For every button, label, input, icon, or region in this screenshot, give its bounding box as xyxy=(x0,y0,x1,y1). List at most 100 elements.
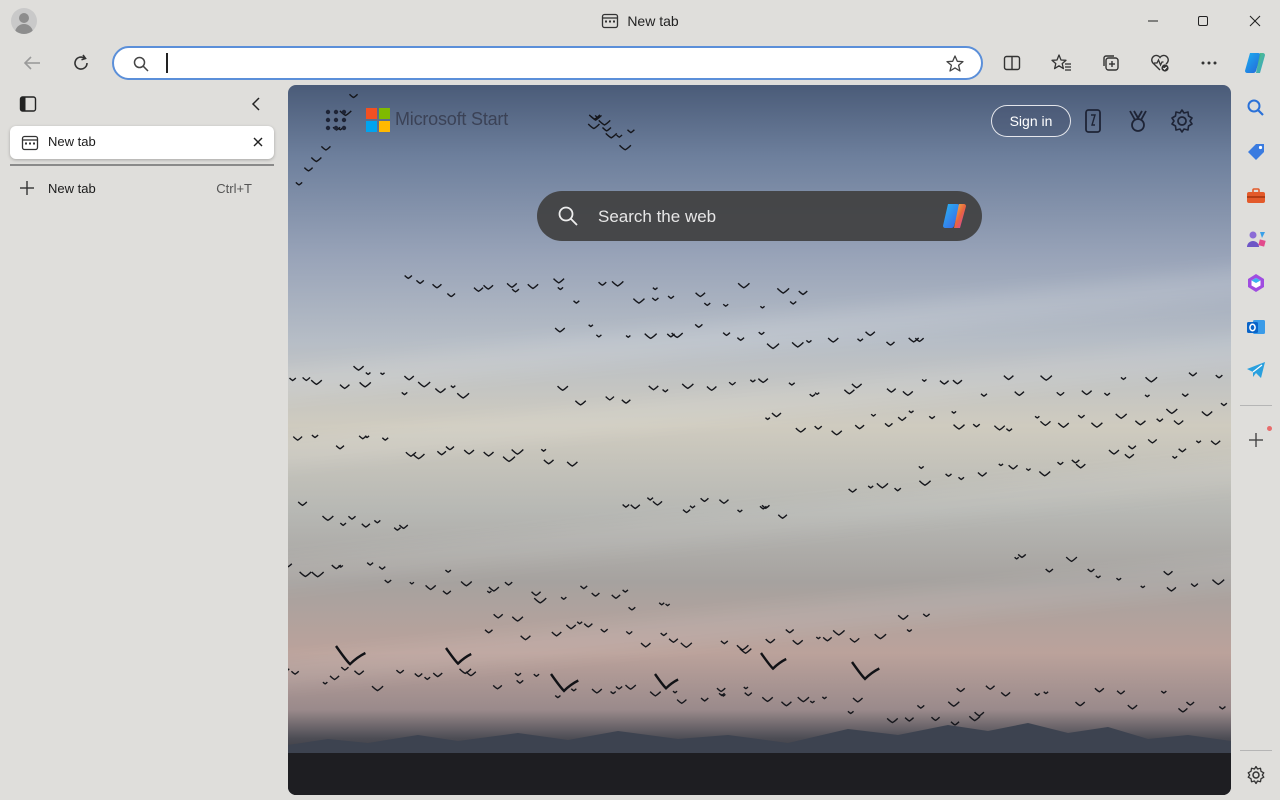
more-button[interactable] xyxy=(1191,46,1227,80)
bird-silhouette xyxy=(404,274,413,280)
sidebar-drop-button[interactable] xyxy=(1239,353,1273,387)
bird-silhouette xyxy=(1147,438,1158,444)
bird-silhouette xyxy=(977,472,988,477)
web-search-box[interactable]: Search the web xyxy=(537,191,982,241)
bird-silhouette xyxy=(412,453,425,460)
bird-silhouette xyxy=(339,522,347,527)
rewards-button[interactable] xyxy=(1122,104,1154,138)
bird-silhouette xyxy=(827,337,839,343)
bird-silhouette xyxy=(722,303,729,307)
bird-silhouette xyxy=(626,129,635,134)
tools-icon xyxy=(1247,188,1265,203)
bird-silhouette xyxy=(951,410,957,414)
bird-silhouette xyxy=(998,463,1004,467)
bird-silhouette xyxy=(1057,422,1070,429)
close-window-button[interactable] xyxy=(1230,0,1280,42)
bird-silhouette xyxy=(737,282,750,289)
page-settings-button[interactable] xyxy=(1166,104,1198,138)
bird-silhouette xyxy=(371,685,384,692)
bird-silhouette xyxy=(364,435,370,439)
bird-silhouette xyxy=(492,684,503,690)
bird-silhouette xyxy=(486,590,492,594)
sidebar-games-button[interactable] xyxy=(1239,222,1273,256)
favorites-button[interactable] xyxy=(1044,46,1080,80)
chevron-left-icon xyxy=(251,97,260,111)
collapse-pane-button[interactable] xyxy=(244,93,268,115)
sign-in-button[interactable]: Sign in xyxy=(991,105,1071,137)
back-button[interactable] xyxy=(14,46,50,80)
maximize-button[interactable] xyxy=(1178,0,1228,42)
bird-silhouette xyxy=(952,379,963,385)
profile-avatar-icon[interactable] xyxy=(11,8,37,34)
bird-silhouette xyxy=(579,585,588,590)
bird-silhouette xyxy=(295,181,303,186)
bird-silhouette xyxy=(1056,391,1065,397)
tab-actions-button[interactable] xyxy=(16,93,40,115)
bird-silhouette xyxy=(484,629,493,634)
bird-silhouette xyxy=(1115,577,1122,581)
split-screen-button[interactable] xyxy=(994,46,1030,80)
new-tab-button[interactable]: New tab Ctrl+T xyxy=(10,174,274,202)
bird-silhouette xyxy=(1081,390,1093,396)
bird-silhouette xyxy=(550,673,579,693)
favorite-star-icon[interactable] xyxy=(945,54,965,74)
brand-title[interactable]: Microsoft Start xyxy=(395,109,508,130)
minimize-button[interactable] xyxy=(1128,0,1178,42)
close-tab-icon[interactable] xyxy=(251,135,265,149)
mountains-silhouette xyxy=(288,723,1231,795)
bird-silhouette xyxy=(894,487,902,492)
bird-silhouette xyxy=(622,589,629,593)
bird-silhouette xyxy=(570,688,577,692)
bird-silhouette xyxy=(514,672,522,677)
bird-silhouette xyxy=(918,465,925,470)
bird-silhouette xyxy=(1005,428,1013,432)
bird-silhouette xyxy=(1116,690,1126,695)
sidebar-tools-button[interactable] xyxy=(1239,179,1273,213)
bird-silhouette xyxy=(700,697,709,702)
sidebar-divider xyxy=(1240,405,1272,406)
tab-new-tab[interactable]: New tab xyxy=(10,126,274,159)
sidebar-shopping-button[interactable] xyxy=(1239,135,1273,169)
bird-silhouette xyxy=(1178,448,1187,453)
bird-silhouette xyxy=(1156,418,1164,423)
bird-silhouette xyxy=(743,686,749,690)
sidebar-microsoft-365-button[interactable] xyxy=(1239,266,1273,300)
bird-silhouette xyxy=(848,488,858,493)
bird-silhouette xyxy=(361,523,371,528)
bird-silhouette xyxy=(766,343,780,350)
bird-silhouette xyxy=(681,383,694,390)
copilot-button[interactable] xyxy=(1237,46,1273,80)
mobile-app-button[interactable] xyxy=(1077,104,1109,138)
app-launcher-button[interactable] xyxy=(320,104,352,136)
bird-silhouette xyxy=(831,430,843,436)
bird-silhouette xyxy=(1045,568,1054,573)
copilot-icon xyxy=(1245,53,1265,73)
bird-silhouette xyxy=(851,383,863,389)
bird-silhouette xyxy=(587,123,600,130)
bird-silhouette xyxy=(1071,459,1080,464)
bird-silhouette xyxy=(557,385,569,392)
bird-silhouette xyxy=(340,666,349,671)
bird-silhouette xyxy=(1188,372,1198,377)
refresh-button[interactable] xyxy=(63,46,99,80)
sidebar-settings-button[interactable] xyxy=(1239,758,1273,792)
bird-silhouette xyxy=(764,417,771,421)
bird-silhouette xyxy=(789,301,797,305)
shopping-tag-icon xyxy=(1248,144,1264,160)
bird-silhouette xyxy=(329,675,340,681)
sidebar-search-button[interactable] xyxy=(1239,91,1273,125)
bird-silhouette xyxy=(972,423,981,428)
address-bar[interactable] xyxy=(112,46,983,80)
bird-silhouette xyxy=(1160,690,1167,694)
bird-silhouette xyxy=(533,673,540,678)
browser-essentials-button[interactable] xyxy=(1142,46,1178,80)
outlook-icon xyxy=(1247,320,1265,334)
sidebar-outlook-button[interactable] xyxy=(1239,310,1273,344)
collections-button[interactable] xyxy=(1093,46,1129,80)
bird-silhouette xyxy=(551,631,562,637)
address-input[interactable] xyxy=(166,53,926,73)
bird-silhouette xyxy=(797,696,810,703)
copilot-icon[interactable] xyxy=(938,200,972,232)
bird-silhouette xyxy=(511,288,520,293)
bird-silhouette xyxy=(373,519,381,524)
